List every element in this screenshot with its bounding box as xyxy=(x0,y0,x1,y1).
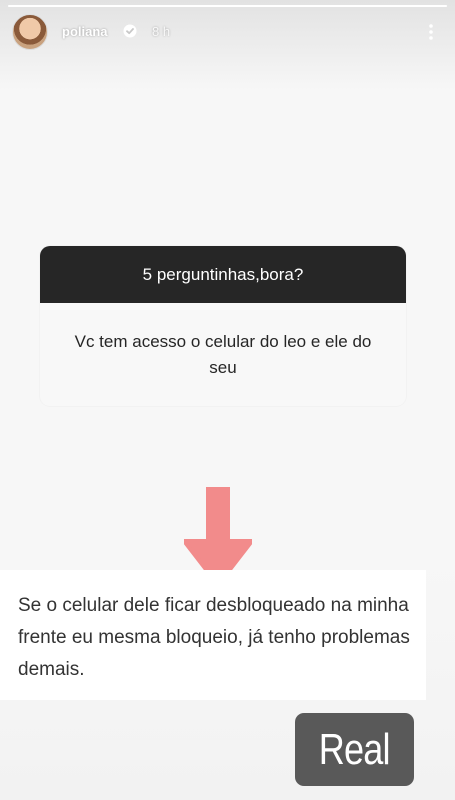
question-sticker[interactable]: 5 perguntinhas,bora? Vc tem acesso o cel… xyxy=(40,246,406,406)
verified-badge-icon xyxy=(123,24,137,38)
story-time: 8 h xyxy=(152,24,171,39)
avatar[interactable] xyxy=(12,14,48,50)
real-badge: Real xyxy=(295,713,414,786)
story-progress-bar xyxy=(8,5,447,7)
question-sticker-header: 5 perguntinhas,bora? xyxy=(40,246,406,303)
more-vertical-icon[interactable] xyxy=(424,22,438,42)
tweet-text: Se o celular dele ficar desbloqueado na … xyxy=(18,595,410,680)
question-sticker-text: Vc tem acesso o celular do leo e ele do … xyxy=(74,331,372,377)
tweet-screenshot: Se o celular dele ficar desbloqueado na … xyxy=(0,570,426,700)
story-progress-fill xyxy=(8,5,447,7)
username[interactable]: poliana xyxy=(62,24,108,39)
real-badge-label: Real xyxy=(319,724,391,774)
story-header: poliana 8 h xyxy=(0,12,455,56)
